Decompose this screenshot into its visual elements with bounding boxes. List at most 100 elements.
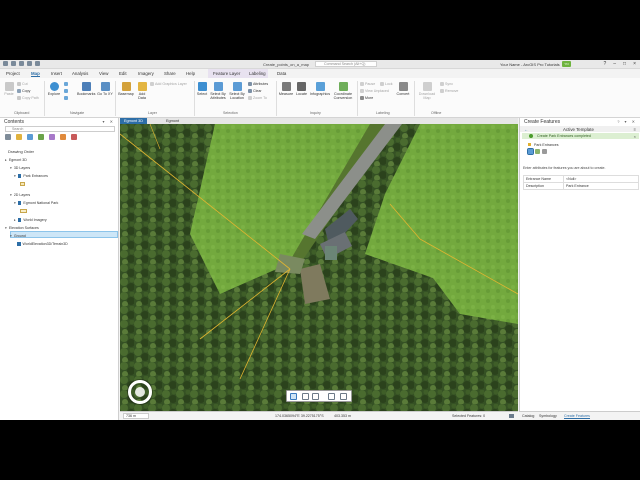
minimize-icon[interactable]: –	[613, 61, 616, 67]
measure-button[interactable]: Measure	[278, 82, 294, 96]
active-layer[interactable]: Park Entrances	[528, 143, 559, 147]
open-icon[interactable]	[11, 61, 16, 66]
remove-button[interactable]: Remove	[440, 89, 458, 93]
redo-icon[interactable]	[35, 61, 40, 66]
tab-create-features[interactable]: Create Features	[564, 414, 590, 419]
list-by-labeling-icon[interactable]	[60, 134, 66, 140]
tab-imagery[interactable]: Imagery	[138, 71, 154, 76]
help-icon[interactable]: ?	[603, 61, 606, 67]
point-tool-icon[interactable]	[527, 148, 534, 155]
tab-edit[interactable]: Edit	[119, 71, 127, 76]
tab-symbology[interactable]: Symbology	[539, 414, 557, 418]
back-arrow-icon[interactable]: ←	[524, 127, 528, 132]
view-unplaced-button[interactable]: View Unplaced	[360, 89, 389, 93]
delete-sketch-icon[interactable]	[340, 393, 347, 400]
tab-map[interactable]: Map	[31, 71, 40, 77]
pause-labeling-button[interactable]: Pause	[360, 82, 375, 86]
menu-icon[interactable]: ≡	[634, 127, 636, 132]
xy-tool-icon[interactable]	[542, 149, 547, 154]
download-map-button[interactable]: Download Map	[417, 82, 437, 100]
tab-data[interactable]: Data	[277, 71, 286, 76]
tree-item-world-imagery[interactable]: ▸ World Imagery	[14, 218, 47, 222]
infographics-button[interactable]: Infographics	[309, 82, 331, 96]
attributes-button[interactable]: Attributes	[248, 82, 268, 86]
tab-feature-layer[interactable]: Feature Layer	[213, 71, 240, 76]
selected-features-count[interactable]: Selected Features: 0	[452, 414, 485, 418]
finish-sketch-icon[interactable]	[328, 393, 335, 400]
maximize-icon[interactable]: □	[623, 61, 626, 67]
tree-item-world-elevation[interactable]: WorldElevation3D/Terrain3D	[17, 242, 68, 246]
field-value-input[interactable]: Park Entrance	[563, 182, 639, 190]
command-search[interactable]: Command Search (Alt+Q)	[315, 61, 377, 67]
paste-button[interactable]: Paste	[3, 82, 15, 96]
save-icon[interactable]	[19, 61, 24, 66]
new-project-icon[interactable]	[3, 61, 8, 66]
coordinate-conversion-button[interactable]: Coordinate Conversion	[332, 82, 354, 100]
tab-insert[interactable]: Insert	[51, 71, 62, 76]
tab-project[interactable]: Project	[6, 71, 20, 76]
full-extent-button[interactable]	[64, 82, 69, 86]
list-by-editing-icon[interactable]	[38, 134, 44, 140]
user-name[interactable]: Your Name - ArcGIS Pro Tutorials	[500, 62, 560, 67]
point-tool-icon[interactable]	[290, 393, 297, 400]
contents-search-input[interactable]: Search	[5, 126, 115, 132]
tab-catalog[interactable]: Catalog	[522, 414, 534, 418]
convert-button[interactable]: Convert	[396, 82, 410, 96]
select-by-location-button[interactable]: Select By Location	[228, 82, 246, 100]
user-badge[interactable]: YN	[562, 61, 571, 67]
explore-button[interactable]: Explore	[47, 82, 61, 96]
checkbox-icon[interactable]	[17, 218, 22, 222]
list-by-data-source-icon[interactable]	[16, 134, 22, 140]
add-graphics-layer-button[interactable]: Add Graphics Layer	[150, 82, 187, 86]
tab-help[interactable]: Help	[186, 71, 195, 76]
list-by-drawing-order-icon[interactable]	[5, 134, 11, 140]
tab-view[interactable]: View	[99, 71, 108, 76]
go-to-xy-button[interactable]: Go To XY	[97, 82, 113, 96]
tab-share[interactable]: Share	[164, 71, 176, 76]
more-labeling-button[interactable]: More	[360, 96, 373, 100]
cut-button[interactable]: Cut	[17, 82, 28, 86]
list-by-snapping-icon[interactable]	[49, 134, 55, 140]
zoom-to-button[interactable]: Zoom To	[248, 96, 267, 100]
point-at-end-tool-icon[interactable]	[535, 149, 540, 154]
checkbox-icon[interactable]	[17, 201, 22, 205]
dismiss-message-icon[interactable]: ×	[634, 134, 636, 139]
tree-item-egmont-3d[interactable]: ▸ Egmont 3D	[5, 158, 27, 162]
basemap-button[interactable]: Basemap	[118, 82, 134, 96]
scale-selector[interactable]: 736 m	[123, 413, 149, 419]
select-by-attributes-button[interactable]: Select By Attributes	[209, 82, 227, 100]
pane-controls[interactable]: ? ▾ ✕	[617, 119, 637, 124]
list-by-selection-icon[interactable]	[27, 134, 33, 140]
copy-button[interactable]: Copy	[17, 89, 30, 93]
navigator-center-icon[interactable]	[135, 387, 145, 397]
checkbox-icon[interactable]	[17, 174, 22, 178]
field-value-input[interactable]: <Null>	[563, 175, 639, 183]
tree-item-ground[interactable]: ▾ Ground	[10, 234, 26, 238]
line-tool-icon[interactable]	[302, 393, 309, 400]
tree-item-elevation-surfaces[interactable]: ▾ Elevation Surfaces	[5, 226, 39, 230]
tree-item-3d-layers[interactable]: ▾ 3D Layers	[10, 166, 30, 170]
pane-controls[interactable]: ▾ ✕	[103, 119, 115, 124]
checkbox-icon[interactable]	[17, 242, 21, 246]
tree-item-2d-layers[interactable]: ▾ 2D Layers	[10, 193, 30, 197]
close-icon[interactable]: ×	[633, 61, 636, 67]
zoom-in-button[interactable]	[64, 89, 69, 93]
refresh-icon[interactable]	[509, 414, 514, 418]
bookmarks-button[interactable]: Bookmarks	[77, 82, 95, 96]
tab-analysis[interactable]: Analysis	[72, 71, 88, 76]
locate-button[interactable]: Locate	[295, 82, 308, 96]
map-view[interactable]	[120, 124, 518, 411]
tree-item-egmont-national-park[interactable]: ▾ Egmont National Park	[14, 201, 58, 205]
sync-button[interactable]: Sync	[440, 82, 453, 86]
clear-button[interactable]: Clear	[248, 89, 262, 93]
select-button[interactable]: Select	[196, 82, 208, 96]
tab-labeling[interactable]: Labeling	[249, 71, 266, 76]
list-by-perspective-icon[interactable]	[71, 134, 77, 140]
arc-tool-icon[interactable]	[312, 393, 319, 400]
add-data-button[interactable]: Add Data	[136, 82, 148, 100]
tree-item-park-entrances[interactable]: ▾ Park Entrances	[14, 174, 48, 178]
lock-labeling-button[interactable]: Lock	[380, 82, 393, 86]
previous-extent-button[interactable]	[64, 96, 69, 100]
undo-icon[interactable]	[27, 61, 32, 66]
copy-path-button[interactable]: Copy Path	[17, 96, 39, 100]
